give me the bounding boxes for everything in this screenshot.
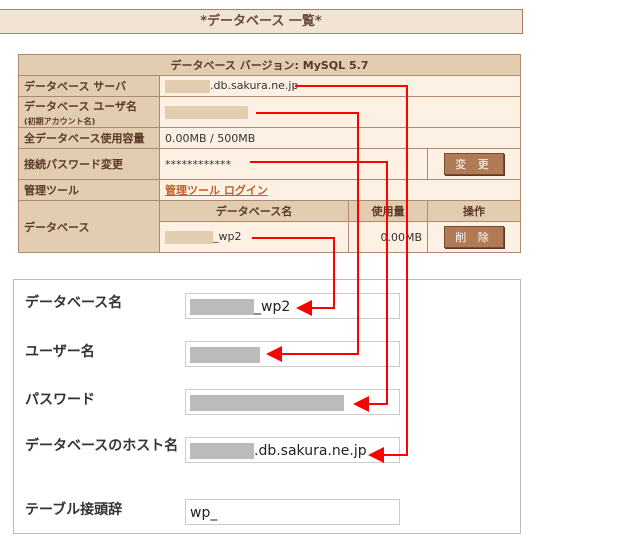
arrow-user-to-user [256,112,359,362]
arrow-server-to-host [295,85,408,463]
arrow-dbname-to-dbname [252,237,335,316]
arrow-password-to-password [250,161,388,412]
arrows-overlay [250,85,408,463]
